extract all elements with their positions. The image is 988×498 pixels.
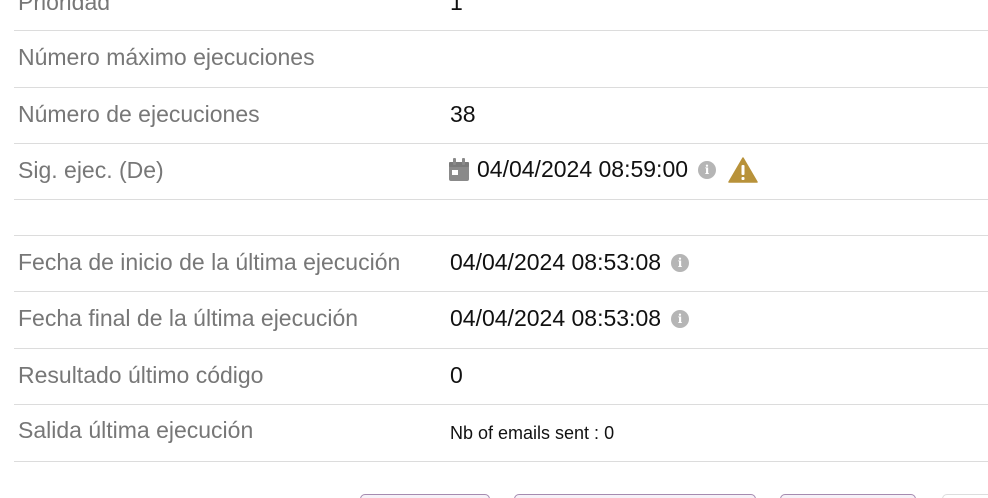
sig-ejec-value: 04/04/2024 08:59:00 — [477, 156, 689, 182]
info-icon[interactable]: i — [671, 253, 690, 272]
resultado-codigo-label: Resultado último código — [18, 362, 264, 388]
row-max-ejecuciones: Número máximo ejecuciones — [14, 31, 988, 88]
row-prioridad: Prioridad 1 — [14, 0, 988, 31]
info-icon[interactable]: i — [698, 160, 717, 179]
sig-ejec-label: Sig. ejec. (De) — [18, 157, 164, 183]
resultado-codigo-value: 0 — [450, 362, 463, 388]
salida-value: Nb of emails sent : 0 — [450, 423, 615, 443]
row-sig-ejec: Sig. ejec. (De) 04/04/2024 08:59:00 i — [14, 144, 988, 200]
num-ejecuciones-label: Número de ejecuciones — [18, 101, 260, 127]
action-button-2[interactable] — [514, 494, 756, 498]
row-spacer — [14, 200, 988, 236]
sig-ejec-value-group: 04/04/2024 08:59:00 i — [448, 156, 758, 183]
prioridad-label: Prioridad — [18, 0, 111, 15]
action-button-4[interactable] — [942, 494, 988, 498]
prioridad-value: 1 — [450, 0, 463, 15]
row-salida: Salida última ejecución Nb of emails sen… — [14, 405, 988, 462]
warning-icon[interactable] — [728, 156, 758, 183]
fecha-inicio-label: Fecha de inicio de la última ejecución — [18, 249, 401, 275]
job-detail-page: Prioridad 1 Número máximo ejecuciones Nú… — [0, 0, 988, 498]
fecha-inicio-value: 04/04/2024 08:53:08 — [450, 249, 662, 275]
info-icon[interactable]: i — [671, 309, 690, 328]
action-button-1[interactable] — [360, 494, 490, 498]
fecha-final-label: Fecha final de la última ejecución — [18, 305, 359, 331]
row-resultado-codigo: Resultado último código 0 — [14, 349, 988, 405]
calendar-icon — [449, 157, 469, 181]
row-fecha-final: Fecha final de la última ejecución 04/04… — [14, 292, 988, 349]
salida-label: Salida última ejecución — [18, 417, 254, 443]
num-ejecuciones-value: 38 — [450, 101, 476, 127]
fecha-final-value-group: 04/04/2024 08:53:08 i — [450, 305, 690, 332]
action-button-3[interactable] — [780, 494, 916, 498]
row-num-ejecuciones: Número de ejecuciones 38 — [14, 88, 988, 144]
row-fecha-inicio: Fecha de inicio de la última ejecución 0… — [14, 236, 988, 292]
fecha-inicio-value-group: 04/04/2024 08:53:08 i — [450, 249, 690, 276]
max-ejecuciones-label: Número máximo ejecuciones — [18, 44, 315, 70]
fecha-final-value: 04/04/2024 08:53:08 — [450, 305, 662, 331]
